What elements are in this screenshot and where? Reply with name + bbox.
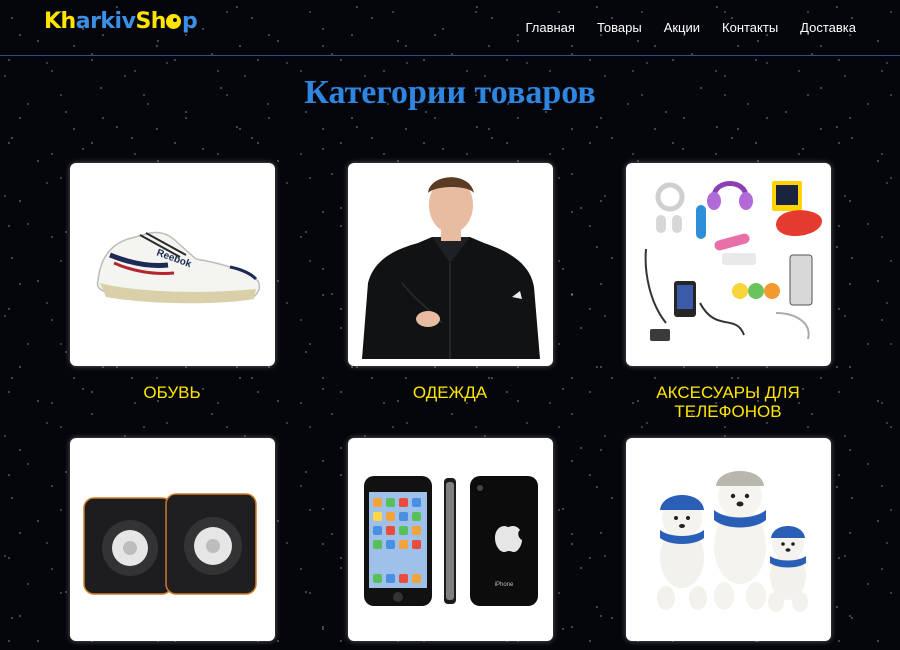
nav-item-products[interactable]: Товары: [597, 20, 642, 35]
phone-accessories-image: [644, 181, 822, 341]
category-label-shoes[interactable]: ОБУВЬ: [52, 383, 292, 402]
main-nav: Главная Товары Акции Контакты Доставка: [525, 20, 856, 35]
logo-text-sh: Sh: [135, 9, 166, 34]
category-card-shoes[interactable]: Reebok: [70, 163, 275, 366]
logo-text-p: p: [181, 9, 198, 34]
category-card-phone-accessories[interactable]: [626, 163, 831, 366]
plush-toys-image: [657, 471, 808, 612]
category-card-speakers[interactable]: [70, 438, 275, 641]
speakers-image: [83, 493, 257, 595]
logo-face-icon: [166, 14, 182, 29]
site-header: KharkivSh p Главная Товары Акции Контакты…: [0, 0, 900, 56]
logo-text-kh: Kh: [44, 9, 76, 34]
nav-item-delivery[interactable]: Доставка: [800, 20, 856, 35]
jacket-image: [362, 177, 540, 359]
svg-text:iPhone: iPhone: [495, 582, 514, 588]
category-card-toys[interactable]: [626, 438, 831, 641]
category-label-phone-accessories[interactable]: АКСЕСУАРЫ ДЛЯ ТЕЛЕФОНОВ: [608, 383, 848, 421]
smartphone-image: iPhone: [364, 476, 538, 606]
nav-item-contacts[interactable]: Контакты: [722, 20, 778, 35]
category-card-phones[interactable]: iPhone: [348, 438, 553, 641]
nav-item-home[interactable]: Главная: [525, 20, 574, 35]
category-card-clothes[interactable]: [348, 163, 553, 366]
site-logo[interactable]: KharkivSh p: [44, 9, 198, 34]
nav-item-promotions[interactable]: Акции: [664, 20, 700, 35]
logo-text-arkiv: arkiv: [75, 9, 136, 34]
page-title: Категории товаров: [304, 74, 596, 111]
sneaker-image: Reebok: [96, 231, 260, 304]
category-label-clothes[interactable]: ОДЕЖДА: [330, 383, 570, 402]
